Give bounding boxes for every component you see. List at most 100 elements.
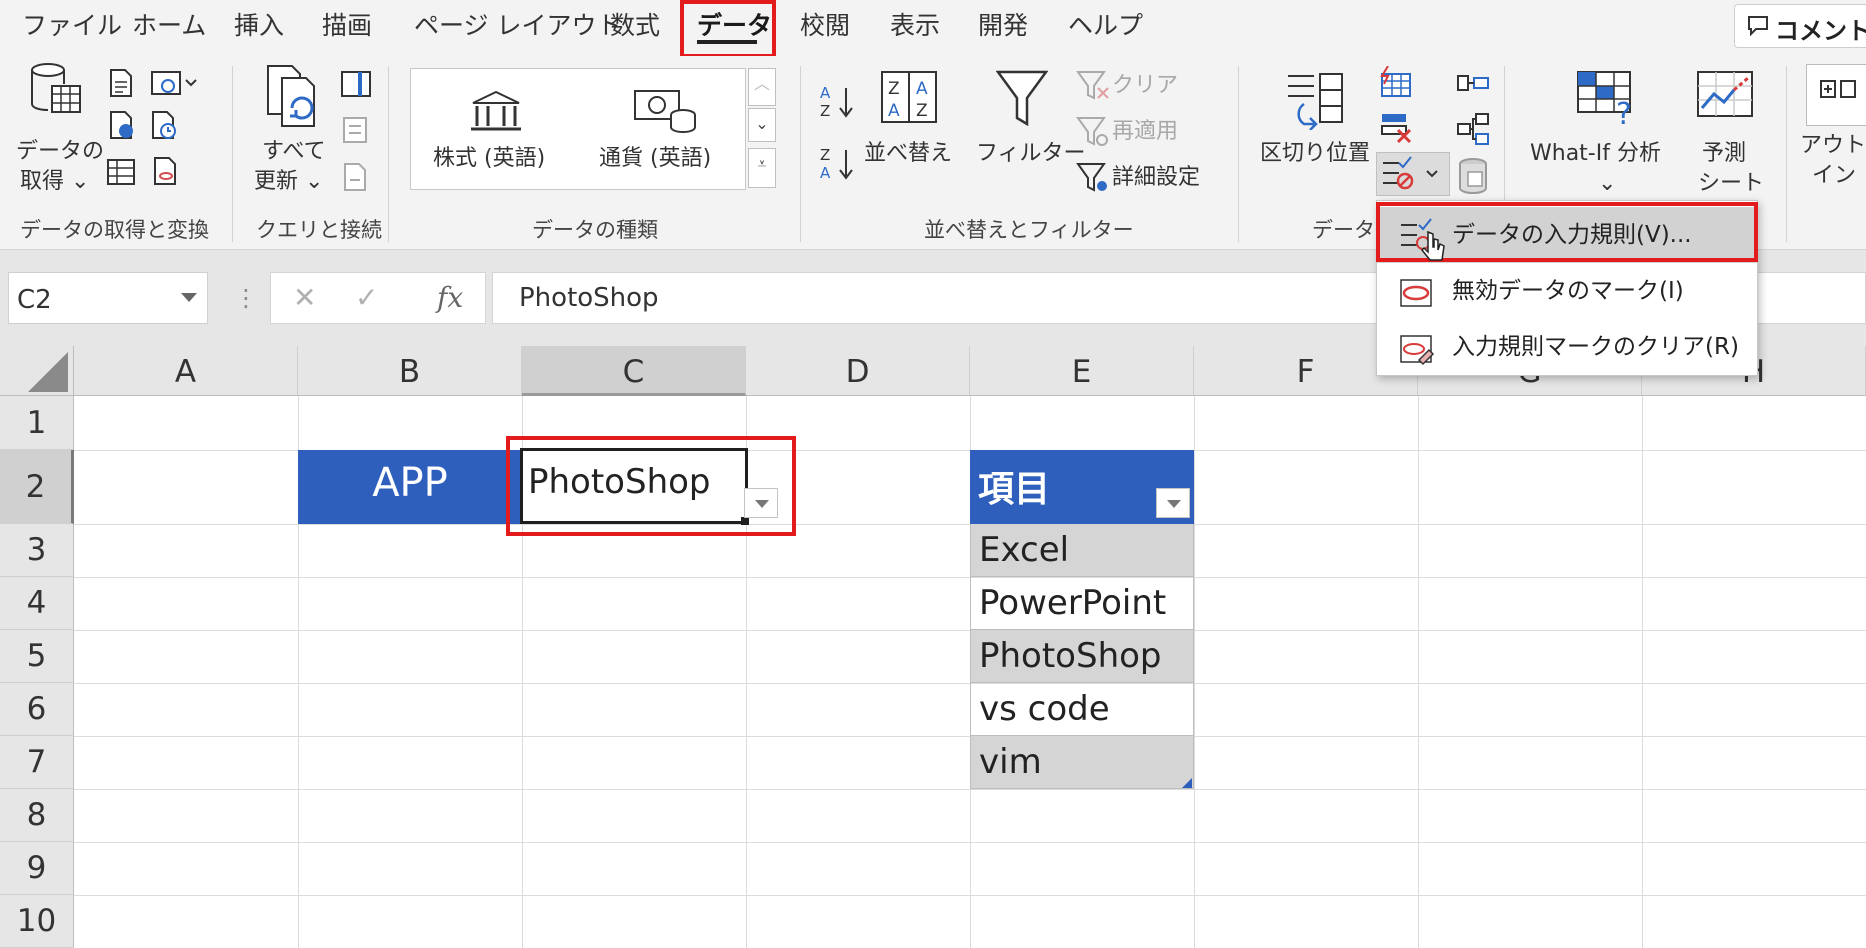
from-table-icon[interactable] <box>106 158 136 190</box>
forecast-label-2[interactable]: シート <box>1698 168 1764 200</box>
gallery-scroll-up[interactable]: ︿ <box>748 68 776 106</box>
group-label-data-types: データの種類 <box>532 218 658 242</box>
advanced-filter-icon[interactable] <box>1076 162 1110 198</box>
group-separator <box>1786 66 1787 242</box>
text-to-columns-icon[interactable] <box>1284 70 1346 134</box>
menu-item-clear-circles[interactable]: 入力規則マークのクリア(R) <box>1377 319 1757 375</box>
tab-file[interactable]: ファイル <box>22 6 122 42</box>
gridline <box>74 895 1866 896</box>
get-data-label-1[interactable]: データの <box>16 136 104 168</box>
row-header-7[interactable]: 7 <box>0 736 74 789</box>
from-picture-icon[interactable] <box>150 68 198 102</box>
enter-icon[interactable]: ✓ <box>355 281 378 314</box>
row-header-5[interactable]: 5 <box>0 630 74 683</box>
column-header-e[interactable]: E <box>970 346 1194 396</box>
list-item[interactable]: PowerPoint <box>970 577 1194 630</box>
row-header-3[interactable]: 3 <box>0 524 74 577</box>
filter-icon[interactable] <box>995 70 1049 132</box>
text-to-columns-label[interactable]: 区切り位置 <box>1260 138 1370 170</box>
currency-label[interactable]: 通貨 (英語) <box>599 143 711 175</box>
name-box[interactable]: C2 <box>8 272 208 324</box>
existing-connections-icon[interactable] <box>152 156 178 190</box>
sort-a-z-icon[interactable]: AZ <box>818 82 858 126</box>
list-item[interactable]: vim <box>970 736 1194 789</box>
tab-page-layout[interactable]: ページ レイアウト <box>414 6 621 42</box>
row-header-10[interactable]: 10 <box>0 895 74 948</box>
comment-label: コメント <box>1775 17 1866 45</box>
column-header-b[interactable]: B <box>298 346 522 396</box>
what-if-arrow[interactable]: ⌄ <box>1598 168 1616 200</box>
sort-z-a-icon[interactable]: ZA <box>818 144 858 188</box>
relationships-icon[interactable] <box>1456 112 1490 150</box>
tab-help[interactable]: ヘルプ <box>1068 6 1143 42</box>
tab-developer[interactable]: 開発 <box>978 6 1028 42</box>
data-validation-button[interactable] <box>1376 152 1450 196</box>
what-if-label[interactable]: What-If 分析 <box>1530 138 1661 170</box>
from-web-icon[interactable] <box>108 110 138 144</box>
svg-text:Z: Z <box>820 146 830 164</box>
select-all-corner[interactable] <box>0 346 74 396</box>
consolidate-icon[interactable] <box>1456 70 1490 104</box>
group-label-get-transform: データの取得と変換 <box>20 218 209 242</box>
refresh-all-label-1[interactable]: すべて <box>262 136 326 168</box>
table-resize-handle[interactable] <box>1182 778 1192 788</box>
gridline <box>1418 396 1419 948</box>
insert-function-icon[interactable]: fx <box>437 281 463 314</box>
recent-sources-icon[interactable] <box>150 110 180 144</box>
advanced-filter-label[interactable]: 詳細設定 <box>1112 162 1200 194</box>
tab-insert[interactable]: 挿入 <box>234 6 284 42</box>
outline-icon[interactable] <box>1806 64 1866 126</box>
currency-icon[interactable] <box>633 87 697 139</box>
get-data-icon[interactable] <box>28 62 84 122</box>
row-header-4[interactable]: 4 <box>0 577 74 630</box>
tab-formulas[interactable]: 数式 <box>610 6 660 42</box>
column-header-c[interactable]: C <box>522 346 746 396</box>
refresh-all-icon[interactable] <box>262 62 322 136</box>
gallery-more[interactable]: ⩡ <box>748 148 776 188</box>
svg-text:?: ? <box>1616 97 1632 126</box>
svg-text:A: A <box>888 101 900 121</box>
column-header-a[interactable]: A <box>74 346 298 396</box>
remove-duplicates-icon[interactable] <box>1378 110 1414 148</box>
tab-home[interactable]: ホーム <box>132 6 206 42</box>
list-item[interactable]: PhotoShop <box>970 630 1194 683</box>
sort-icon[interactable]: ZAAZ <box>880 70 938 130</box>
tab-draw[interactable]: 描画 <box>322 6 372 42</box>
row-header-2[interactable]: 2 <box>0 450 74 524</box>
group-label-data-tools: データ <box>1312 218 1375 242</box>
filter-dropdown-button[interactable] <box>1156 488 1190 518</box>
tab-review[interactable]: 校閲 <box>800 6 850 42</box>
row-header-8[interactable]: 8 <box>0 789 74 842</box>
forecast-sheet-icon[interactable] <box>1696 70 1754 124</box>
column-header-d[interactable]: D <box>746 346 970 396</box>
outline-label-1[interactable]: アウトラ <box>1800 130 1866 162</box>
filter-label[interactable]: フィルター <box>976 138 1086 170</box>
comment-button[interactable]: コメント <box>1734 4 1866 48</box>
row-header-6[interactable]: 6 <box>0 683 74 736</box>
group-separator <box>800 66 801 242</box>
refresh-all-label-2[interactable]: 更新 ⌄ <box>254 166 323 198</box>
gridline <box>1642 396 1643 948</box>
stocks-label[interactable]: 株式 (英語) <box>433 143 545 175</box>
get-data-label-2[interactable]: 取得 ⌄ <box>20 166 89 198</box>
what-if-analysis-icon[interactable]: ? <box>1576 70 1640 132</box>
row-header-1[interactable]: 1 <box>0 396 74 450</box>
stocks-icon[interactable] <box>469 89 523 139</box>
cell-b2[interactable]: APP <box>298 450 522 524</box>
name-box-dropdown-icon[interactable] <box>181 293 197 302</box>
list-item[interactable]: vs code <box>970 683 1194 736</box>
data-model-icon <box>1456 158 1490 198</box>
row-header-9[interactable]: 9 <box>0 842 74 895</box>
cell-e2[interactable]: 項目 <box>970 450 1194 524</box>
flash-fill-icon[interactable] <box>1378 65 1414 104</box>
menu-item-circle-invalid[interactable]: 無効データのマーク(I) <box>1377 263 1757 319</box>
forecast-label-1[interactable]: 予測 <box>1702 138 1746 170</box>
tab-view[interactable]: 表示 <box>890 6 940 42</box>
outline-label-2[interactable]: イン ⌄ <box>1812 160 1866 192</box>
from-text-icon[interactable] <box>108 68 134 102</box>
list-item[interactable]: Excel <box>970 524 1194 577</box>
gallery-scroll-down[interactable]: ⌄ <box>748 108 776 142</box>
cancel-icon[interactable]: ✕ <box>293 281 316 314</box>
queries-connections-icon[interactable] <box>340 70 372 102</box>
sort-label[interactable]: 並べ替え <box>864 138 952 170</box>
